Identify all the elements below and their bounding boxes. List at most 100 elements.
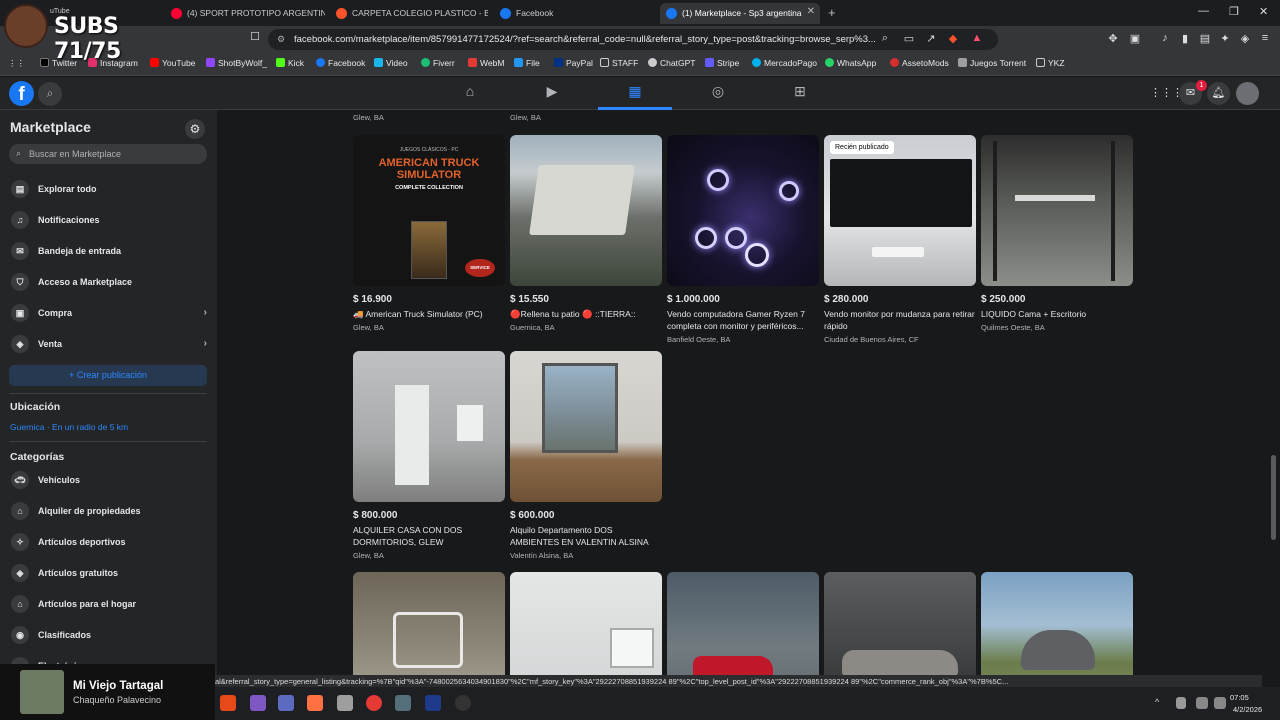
clock-time[interactable]: 07:05 bbox=[1230, 693, 1249, 703]
bookmark-chatgpt[interactable]: ChatGPT bbox=[648, 58, 695, 68]
tab-marketplace[interactable]: (1) Marketplace - Sp3 argentina ✕ bbox=[660, 3, 820, 24]
divider bbox=[9, 441, 207, 442]
category-vehiculos[interactable]: 🚗︎ Vehículos bbox=[9, 467, 209, 493]
tray-chevron-icon[interactable]: ^ bbox=[1155, 697, 1165, 707]
screenshot-icon[interactable]: ▣ bbox=[1128, 32, 1142, 46]
clock-date[interactable]: 4/2/2026 bbox=[1233, 705, 1262, 714]
taskbar-app-icon[interactable] bbox=[220, 695, 236, 711]
bookmark-shotbywolf[interactable]: ShotByWolf_ bbox=[206, 58, 267, 68]
menu-icon[interactable]: ≡ bbox=[1258, 32, 1272, 46]
bell-icon: ♫ bbox=[11, 211, 29, 229]
category-clasificados[interactable]: ◉ Clasificados bbox=[9, 622, 209, 648]
bookmark-label: WhatsApp bbox=[837, 58, 877, 68]
bookmark-webm[interactable]: WebM bbox=[468, 58, 504, 68]
music-icon[interactable]: ♪ bbox=[1158, 32, 1172, 46]
sidebar-item-venta[interactable]: ◈ Venta › bbox=[9, 331, 209, 357]
taskbar-app-icon[interactable] bbox=[366, 695, 382, 711]
bookmark-whatsapp[interactable]: WhatsApp bbox=[825, 58, 876, 68]
gaming-icon[interactable]: ⊞ bbox=[788, 83, 812, 103]
home-icon[interactable]: ⌂ bbox=[458, 83, 482, 103]
video-icon[interactable]: ▶ bbox=[540, 83, 564, 103]
youtube-icon bbox=[171, 8, 182, 19]
bookmark-stripe[interactable]: Stripe bbox=[705, 58, 739, 68]
taskbar-app-icon[interactable] bbox=[395, 695, 411, 711]
cast-icon[interactable]: ▭ bbox=[902, 32, 916, 46]
notifications-icon[interactable]: 🔔︎ bbox=[1207, 82, 1230, 105]
stripe-icon bbox=[705, 58, 714, 67]
sidebar-item-notificaciones[interactable]: ♫ Notificaciones bbox=[9, 207, 209, 233]
photoshop-icon[interactable] bbox=[425, 695, 441, 711]
search-input[interactable]: ⌕ Buscar en Marketplace bbox=[9, 144, 207, 164]
category-deportivos[interactable]: ✧ Artículos deportivos bbox=[9, 529, 209, 555]
category-gratuitos[interactable]: ◈ Artículos gratuitos bbox=[9, 560, 209, 586]
brave-shield-icon[interactable]: ◆ bbox=[946, 32, 960, 46]
brave-rewards-icon[interactable]: ▲ bbox=[970, 32, 984, 46]
bookmark-fiverr[interactable]: Fiverr bbox=[421, 58, 455, 68]
wallet-icon[interactable]: ▤ bbox=[1198, 32, 1212, 46]
sidebar-item-explorar[interactable]: ▤ Explorar todo bbox=[9, 176, 209, 202]
mic-icon[interactable] bbox=[1176, 697, 1186, 709]
sidebar-item-bandeja[interactable]: ✉ Bandeja de entrada bbox=[9, 238, 209, 264]
taskbar-app-icon[interactable] bbox=[337, 695, 353, 711]
groups-icon[interactable]: ◎ bbox=[706, 83, 730, 103]
vpn-icon[interactable]: ◈ bbox=[1238, 32, 1252, 46]
close-window-icon[interactable]: ✕ bbox=[1259, 5, 1268, 18]
zoom-icon[interactable]: ⌕ bbox=[878, 32, 892, 46]
category-alquiler[interactable]: ⌂ Alquiler de propiedades bbox=[9, 498, 209, 524]
listing-price: $ 280.000 bbox=[824, 294, 869, 305]
site-info-icon[interactable]: ⚙ bbox=[277, 34, 285, 45]
bookmark-paypal[interactable]: PayPal bbox=[554, 58, 593, 68]
share-icon[interactable]: ↗ bbox=[924, 32, 938, 46]
bookmark-icon[interactable]: ☐ bbox=[248, 30, 262, 44]
bookmark-mercadopago[interactable]: MercadoPago bbox=[752, 58, 817, 68]
tab-brave[interactable]: CARPETA COLEGIO PLASTICO - Brave bbox=[330, 3, 488, 24]
bookmark-kick[interactable]: Kick bbox=[276, 58, 304, 68]
bookmark-facebook[interactable]: Facebook bbox=[316, 58, 365, 68]
storefront-icon: ▤ bbox=[11, 180, 29, 198]
location-filter[interactable]: Guernica · En un radio de 5 km bbox=[10, 422, 128, 432]
bookmark-video[interactable]: Video bbox=[374, 58, 408, 68]
taskbar-app-icon[interactable] bbox=[307, 695, 323, 711]
tag-icon: ◈ bbox=[11, 335, 29, 353]
listing-location: Glew, BA bbox=[510, 113, 541, 122]
sidebar-item-compra[interactable]: ▣ Compra › bbox=[9, 300, 209, 326]
network-icon[interactable] bbox=[1196, 697, 1208, 709]
tab-facebook[interactable]: Facebook bbox=[494, 3, 654, 24]
apps-icon[interactable]: ⋮⋮ bbox=[8, 58, 25, 69]
monitor-shape bbox=[830, 159, 972, 227]
tab-strip: (4) SPORT PROTOTIPO ARGENTINO: L CARPETA… bbox=[0, 0, 1280, 26]
bookmark-juegos-torrent[interactable]: Juegos Torrent bbox=[958, 58, 1026, 68]
bunk-post bbox=[1111, 141, 1115, 281]
torrent-icon bbox=[958, 58, 967, 67]
vimeo-icon bbox=[374, 58, 383, 67]
leo-icon[interactable]: ✦ bbox=[1218, 32, 1232, 46]
sidebar-item-label: Explorar todo bbox=[38, 184, 97, 194]
volume-icon[interactable] bbox=[1214, 697, 1226, 709]
facebook-logo[interactable]: f bbox=[9, 81, 34, 106]
sidebar-item-acceso[interactable]: ⛉ Acceso a Marketplace bbox=[9, 269, 209, 295]
fan-ring bbox=[695, 227, 717, 249]
bookmark-assetomods[interactable]: AssetoMods bbox=[890, 58, 949, 68]
bookmark-staff[interactable]: STAFF bbox=[600, 58, 638, 68]
avatar[interactable] bbox=[1236, 82, 1259, 105]
tab-youtube[interactable]: (4) SPORT PROTOTIPO ARGENTINO: L bbox=[165, 3, 325, 24]
close-tab-icon[interactable]: ✕ bbox=[807, 6, 815, 17]
taskbar-app-icon[interactable] bbox=[455, 695, 471, 711]
create-listing-button[interactable]: + Crear publicación bbox=[9, 365, 207, 386]
minimize-icon[interactable]: — bbox=[1198, 5, 1209, 17]
search-icon[interactable]: ⌕ bbox=[38, 82, 62, 106]
bookmark-label: Video bbox=[386, 58, 408, 68]
category-hogar[interactable]: ⌂ Artículos para el hogar bbox=[9, 591, 209, 617]
taskbar-app-icon[interactable] bbox=[250, 695, 266, 711]
extensions-icon[interactable]: ✥ bbox=[1106, 32, 1120, 46]
restore-icon[interactable]: ❐ bbox=[1229, 5, 1239, 18]
gear-icon[interactable]: ⚙ bbox=[185, 119, 205, 139]
taskbar-app-icon[interactable] bbox=[278, 695, 294, 711]
bookmark-ykz[interactable]: YKZ bbox=[1036, 58, 1065, 68]
sidebar-icon[interactable]: ▮ bbox=[1178, 32, 1192, 46]
new-tab-button[interactable]: + bbox=[828, 5, 836, 20]
marketplace-icon[interactable]: ▦ bbox=[623, 83, 647, 103]
scrollbar[interactable] bbox=[1271, 455, 1276, 540]
bookmark-file[interactable]: File bbox=[514, 58, 540, 68]
menu-grid-icon[interactable]: ⋮⋮⋮ bbox=[1150, 82, 1183, 105]
